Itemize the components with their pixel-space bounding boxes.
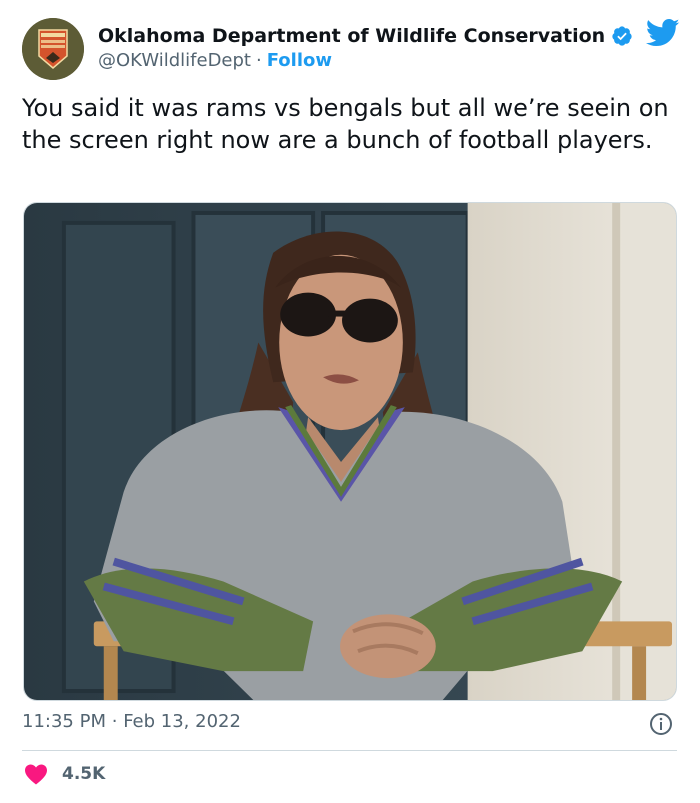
twitter-bird-icon[interactable]: [646, 18, 680, 48]
display-name[interactable]: Oklahoma Department of Wildlife Conserva…: [98, 25, 605, 47]
photo-image: [24, 203, 676, 700]
avatar[interactable]: [22, 18, 84, 80]
info-icon[interactable]: [649, 712, 673, 736]
tweet-timestamp[interactable]: 11:35 PM · Feb 13, 2022: [22, 711, 241, 732]
odwc-logo-icon: [22, 18, 84, 80]
tweet-text: You said it was rams vs bengals but all …: [22, 94, 669, 154]
follow-button[interactable]: Follow: [267, 50, 332, 71]
like-count: 4.5K: [62, 764, 106, 784]
tweet-date: Feb 13, 2022: [123, 711, 241, 732]
tweet-photo[interactable]: [23, 202, 677, 701]
verified-badge-icon: [612, 26, 632, 46]
separator-dot: ·: [111, 711, 118, 732]
handle[interactable]: @OKWildlifeDept: [98, 50, 251, 71]
like-button[interactable]: 4.5K: [24, 763, 105, 785]
tweet-time: 11:35 PM: [22, 711, 106, 732]
tweet-header: Oklahoma Department of Wildlife Conserva…: [22, 18, 682, 80]
separator-dot: ·: [256, 50, 262, 71]
heart-icon: [25, 764, 47, 785]
divider: [22, 750, 677, 751]
